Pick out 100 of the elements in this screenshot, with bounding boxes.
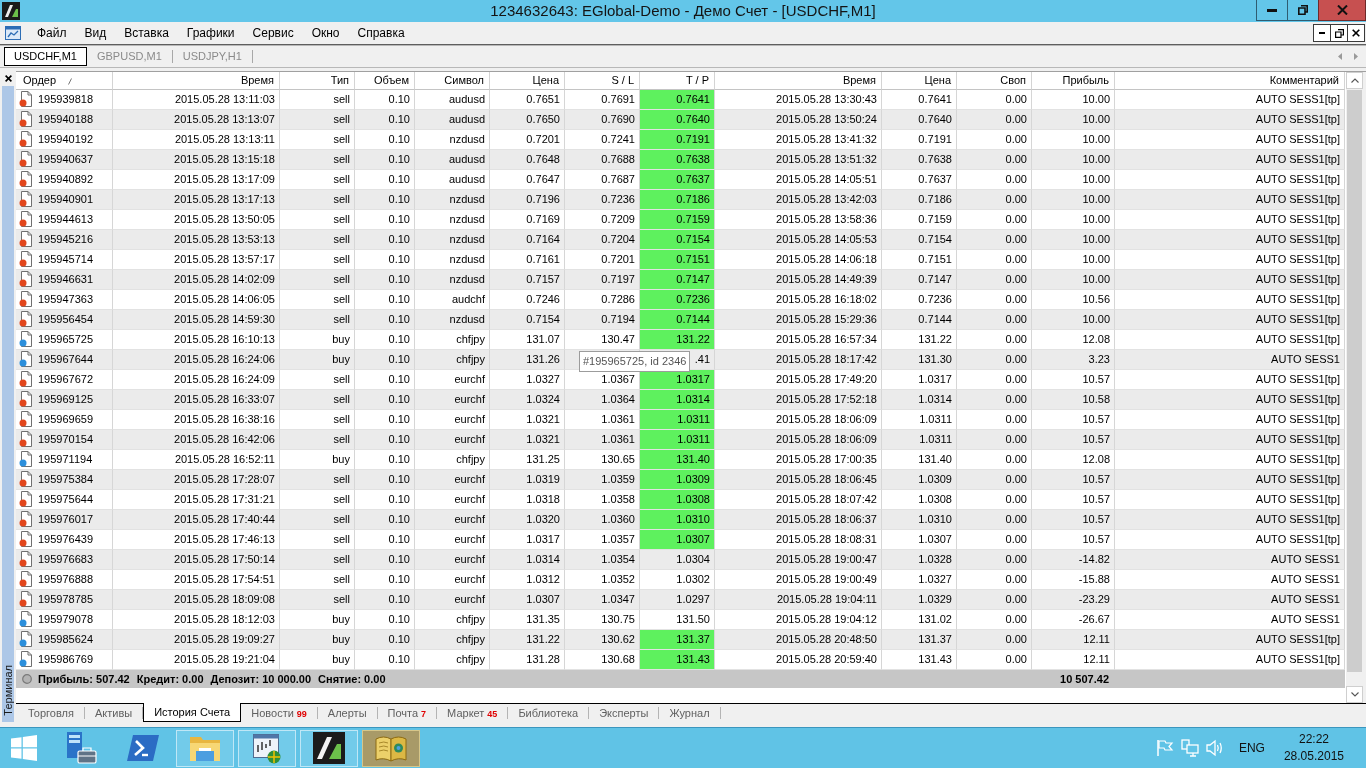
menu-item[interactable]: Справка: [348, 23, 414, 43]
table-cell: 131.40: [882, 450, 957, 470]
scrollbar-thumb[interactable]: [1347, 90, 1362, 672]
scrollbar[interactable]: [1346, 72, 1363, 703]
menu-item[interactable]: Графики: [177, 23, 244, 43]
table-cell: AUTO SESS1[tp]: [1115, 450, 1345, 470]
table-cell: 0.00: [957, 490, 1032, 510]
order-number: 195946631: [38, 273, 94, 285]
menu-item[interactable]: Вид: [75, 23, 116, 43]
column-header[interactable]: T / P: [640, 72, 715, 90]
table-cell: nzdusd: [415, 130, 490, 150]
tab[interactable]: Маркет 45: [437, 707, 509, 719]
table-cell: 1.0307: [640, 530, 715, 550]
table-cell: 10.58: [1032, 390, 1115, 410]
unread-count: 45: [487, 709, 498, 719]
table-cell: 10.57: [1032, 410, 1115, 430]
column-header[interactable]: Тип: [280, 72, 355, 90]
table-cell: 0.7647: [490, 170, 565, 190]
app-logo-icon[interactable]: [313, 732, 345, 764]
table-cell: AUTO SESS1[tp]: [1115, 370, 1345, 390]
table-cell: 0.00: [957, 190, 1032, 210]
table-cell: 2015.05.28 14:05:53: [715, 230, 882, 250]
table-cell: 1.0314: [882, 390, 957, 410]
table-cell: 2015.05.28 14:06:05: [113, 290, 280, 310]
table-cell: sell: [280, 490, 355, 510]
menu-item[interactable]: Файл: [28, 23, 76, 43]
table-cell: 0.00: [957, 650, 1032, 670]
table-cell: AUTO SESS1[tp]: [1115, 470, 1345, 490]
server-toolbox-icon[interactable]: [65, 732, 97, 764]
table-cell: AUTO SESS1[tp]: [1115, 510, 1345, 530]
table-cell: AUTO SESS1[tp]: [1115, 310, 1345, 330]
table-cell: 0.10: [355, 90, 415, 110]
column-header[interactable]: Время: [715, 72, 882, 90]
language-indicator[interactable]: ENG: [1230, 741, 1273, 755]
table-cell: 2015.05.28 13:13:11: [113, 130, 280, 150]
table-cell: 0.00: [957, 610, 1032, 630]
tab[interactable]: Алерты: [317, 707, 378, 719]
menu-item[interactable]: Вставка: [115, 23, 178, 43]
restore-icon[interactable]: [1334, 28, 1344, 38]
tab[interactable]: Библиотека: [508, 707, 590, 719]
table-cell: 10.57: [1032, 510, 1115, 530]
table-cell: 131.35: [490, 610, 565, 630]
table-cell: 130.47: [565, 330, 640, 350]
table-cell: 0.10: [355, 210, 415, 230]
column-header[interactable]: Комментарий: [1115, 72, 1345, 90]
table-cell: 1.0357: [565, 530, 640, 550]
folder-icon[interactable]: [189, 734, 221, 762]
table-cell: nzdusd: [415, 230, 490, 250]
column-header[interactable]: Время: [113, 72, 280, 90]
table-cell: 0.7638: [640, 150, 715, 170]
table-cell: 0.00: [957, 290, 1032, 310]
table-cell: 0.10: [355, 250, 415, 270]
column-header[interactable]: Объем: [355, 72, 415, 90]
table-cell: sell: [280, 290, 355, 310]
tab[interactable]: Эксперты: [589, 707, 660, 719]
order-number: 195971194: [38, 453, 93, 465]
caret-up-icon[interactable]: [1350, 78, 1359, 83]
tab[interactable]: Торговля: [18, 707, 85, 719]
caret-right-icon[interactable]: [1354, 52, 1358, 60]
menu-item[interactable]: Сервис: [243, 23, 303, 43]
column-header[interactable]: Прибыль: [1032, 72, 1115, 90]
table-cell: 0.10: [355, 130, 415, 150]
chart-window-icon[interactable]: [5, 25, 21, 41]
app-logo-icon[interactable]: [2, 2, 20, 20]
restore-icon[interactable]: [1298, 5, 1308, 15]
panel-tab[interactable]: Терминал: [2, 86, 14, 722]
close-button[interactable]: [1347, 24, 1365, 42]
tab[interactable]: История Счета: [143, 703, 242, 722]
chart-window-icon[interactable]: [251, 732, 283, 764]
menu-item[interactable]: Окно: [302, 23, 349, 43]
caret-down-icon[interactable]: [1350, 692, 1359, 697]
minimize-button[interactable]: [1256, 0, 1288, 21]
chart-tab[interactable]: USDCHF,M1: [4, 47, 87, 66]
restore-button[interactable]: [1330, 24, 1348, 42]
terminal-prompt-icon[interactable]: [127, 735, 159, 761]
table-cell: chfjpy: [415, 610, 490, 630]
tab[interactable]: Журнал: [659, 707, 721, 719]
tab[interactable]: Новости 99: [241, 707, 318, 719]
column-header[interactable]: Своп: [957, 72, 1032, 90]
clock[interactable]: 22:22 28.05.2015: [1279, 731, 1348, 765]
table-cell: 0.7164: [490, 230, 565, 250]
caret-left-icon[interactable]: [1338, 52, 1342, 60]
minimize-button[interactable]: [1313, 24, 1331, 42]
table-cell: 130.75: [565, 610, 640, 630]
column-header[interactable]: Цена: [882, 72, 957, 90]
column-header[interactable]: Цена: [490, 72, 565, 90]
order-number: 195976888: [38, 573, 94, 585]
table-cell: 0.7687: [565, 170, 640, 190]
table-cell: chfjpy: [415, 330, 490, 350]
window-title: 1234632643: EGlobal-Demo - Демо Счет - [USDCHF,M1]: [490, 1, 876, 21]
close-icon[interactable]: [1352, 29, 1360, 37]
column-header[interactable]: Символ: [415, 72, 490, 90]
open-book-icon[interactable]: [375, 734, 407, 762]
table-cell: nzdusd: [415, 310, 490, 330]
minimize-icon[interactable]: [1267, 8, 1277, 12]
order-number: 195947363: [38, 293, 94, 305]
table-cell: 2015.05.28 20:59:40: [715, 650, 882, 670]
column-header[interactable]: S / L: [565, 72, 640, 90]
order-number: 195945216: [38, 233, 94, 245]
tab[interactable]: Почта 7: [377, 707, 438, 719]
